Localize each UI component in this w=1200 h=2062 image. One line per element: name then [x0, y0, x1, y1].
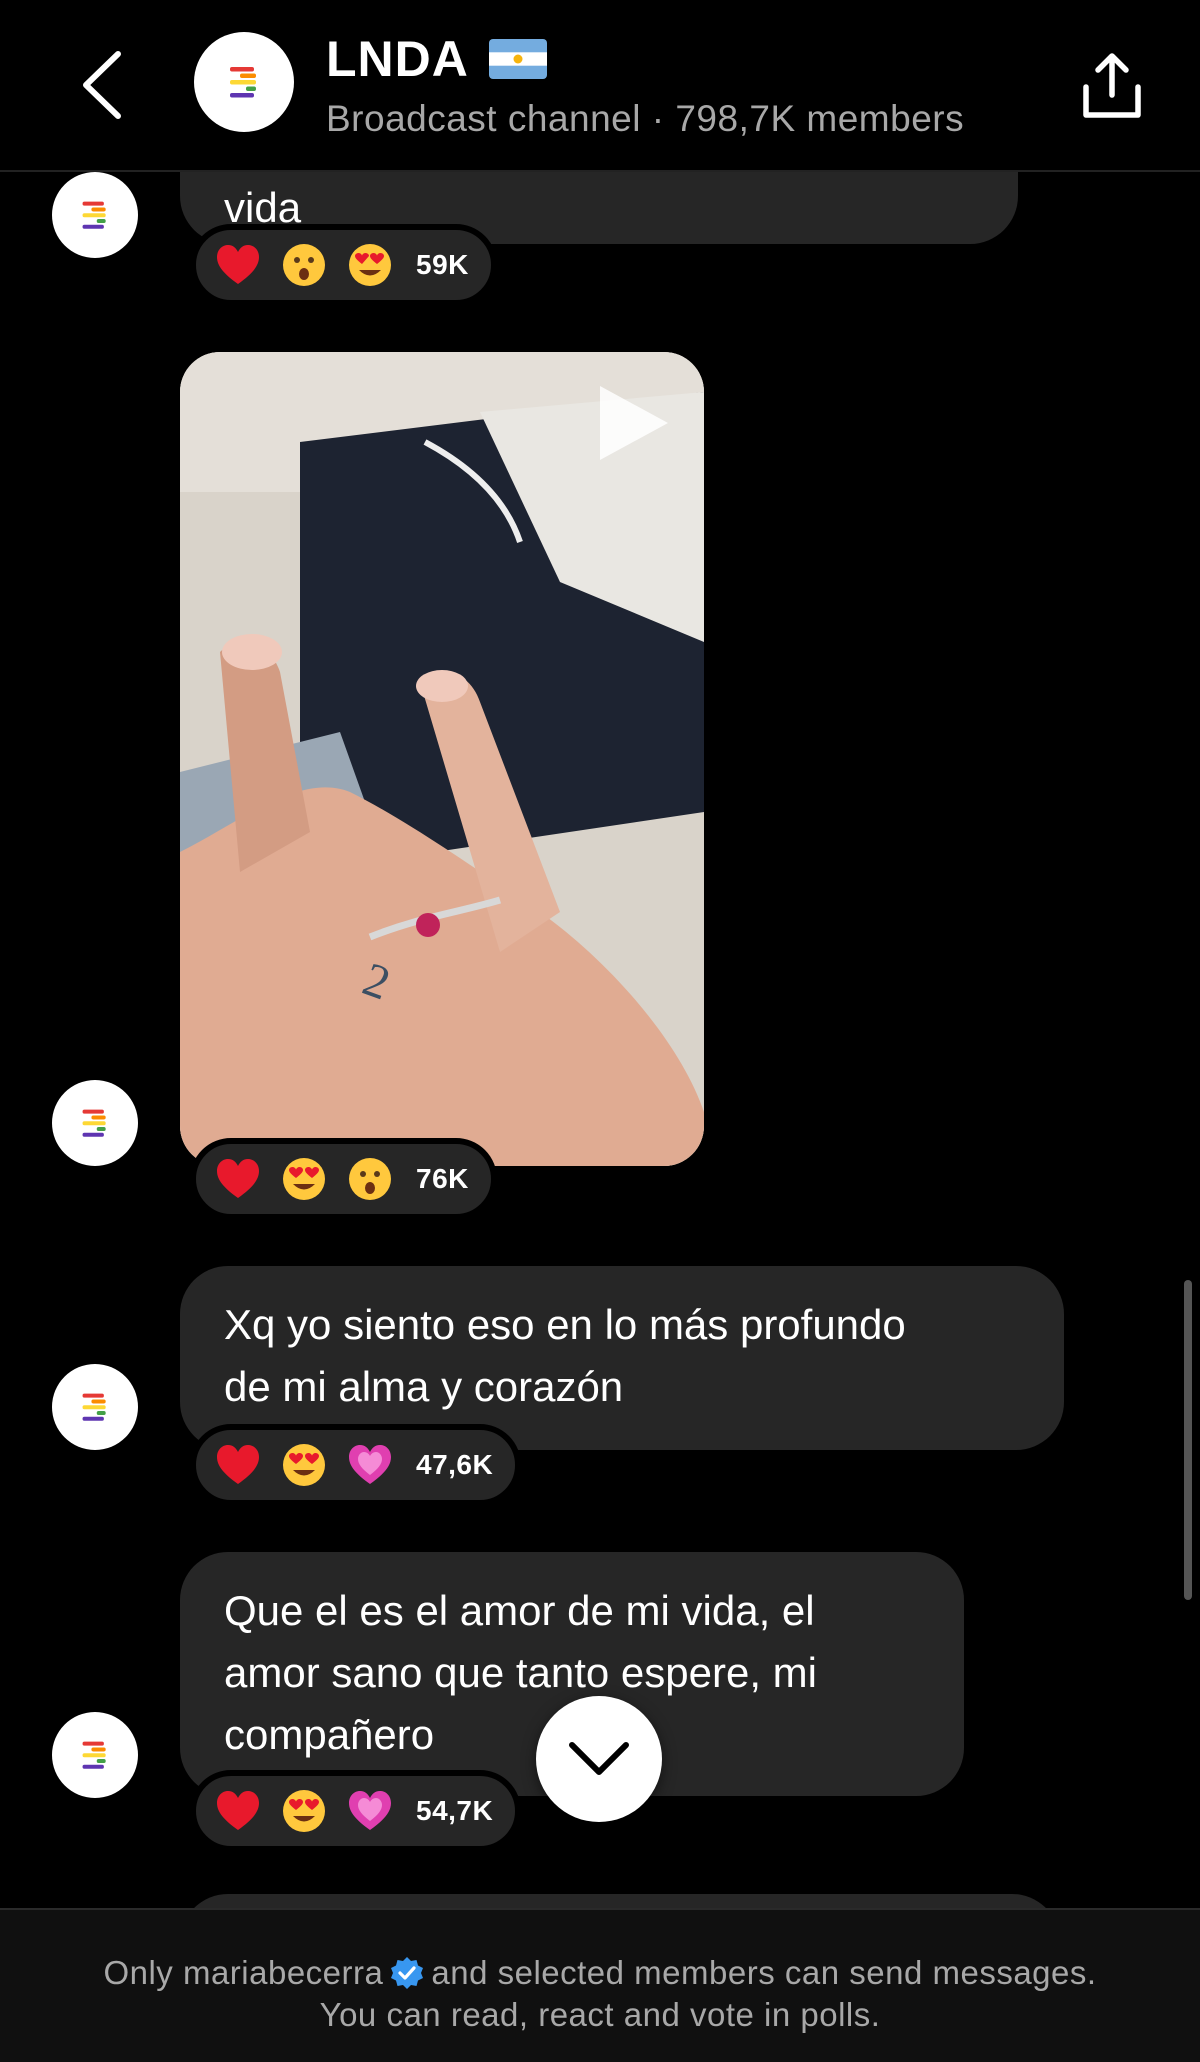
- video-message[interactable]: 2: [180, 352, 704, 1166]
- verified-badge-icon: [391, 1957, 424, 1989]
- message-bubble[interactable]: Xq yo siento eso en lo más profundo de m…: [180, 1266, 1064, 1450]
- footer-info-line: You can read, react and vote in polls.: [319, 1996, 881, 2033]
- back-button[interactable]: [62, 40, 142, 130]
- broadcast-footer: Only mariabecerra and selected members c…: [0, 1908, 1200, 2062]
- red-heart-icon: [217, 1159, 259, 1198]
- rainbow-logo-icon: [82, 1741, 106, 1769]
- astonished-face-icon: [349, 1158, 391, 1200]
- channel-title-row: LNDA: [326, 30, 547, 88]
- message-bubble[interactable]: [180, 1894, 1060, 1908]
- share-button[interactable]: [1066, 40, 1158, 132]
- reaction-count: 54,7K: [416, 1795, 494, 1826]
- message-feed[interactable]: vida 59K 2 76K Xq yo siento eso en lo má…: [0, 172, 1200, 1908]
- scroll-to-bottom-button[interactable]: [536, 1696, 662, 1822]
- heart-eyes-face-icon: [283, 1158, 325, 1200]
- heart-eyes-face-icon: [349, 244, 391, 286]
- reaction-count: 76K: [416, 1163, 469, 1194]
- reaction-count: 59K: [416, 249, 469, 280]
- play-icon: [600, 386, 668, 460]
- heart-eyes-face-icon: [283, 1790, 325, 1832]
- rainbow-logo-icon: [82, 1109, 106, 1137]
- red-heart-icon: [217, 1445, 259, 1484]
- footer-text-before: Only mariabecerra: [103, 1954, 384, 1991]
- rainbow-logo-icon: [82, 201, 106, 229]
- channel-name: LNDA: [326, 31, 469, 87]
- astonished-face-icon: [283, 244, 325, 286]
- reaction-bar[interactable]: 47,6K: [190, 1424, 522, 1506]
- red-heart-icon: [217, 245, 259, 284]
- heart-eyes-face-icon: [283, 1444, 325, 1486]
- message-text-line: Xq yo siento eso en lo más profundo: [224, 1301, 906, 1348]
- reaction-bar[interactable]: 54,7K: [190, 1770, 522, 1852]
- reaction-bar[interactable]: 59K: [190, 224, 497, 306]
- sender-avatar[interactable]: [52, 1080, 138, 1166]
- chevron-left-icon: [83, 51, 121, 119]
- sender-avatar[interactable]: [52, 1364, 138, 1450]
- rainbow-logo-icon: [230, 67, 256, 98]
- video-thumbnail: 2: [180, 352, 704, 1166]
- rainbow-logo-icon: [82, 1393, 106, 1421]
- footer-text-after: and selected members can send messages.: [431, 1954, 1097, 1991]
- footer-permission-line: Only mariabecerra and selected members c…: [0, 1954, 1200, 1992]
- reaction-count: 47,6K: [416, 1449, 494, 1480]
- channel-header: LNDA Broadcast channel · 798,7K members: [0, 0, 1200, 172]
- sender-avatar[interactable]: [52, 1712, 138, 1798]
- reaction-bar[interactable]: 76K: [190, 1138, 497, 1220]
- chevron-down-icon: [569, 1742, 629, 1775]
- scrollbar[interactable]: [1184, 1280, 1192, 1600]
- channel-subtitle: Broadcast channel · 798,7K members: [326, 98, 965, 139]
- sender-avatar[interactable]: [52, 172, 138, 258]
- message-text-line: Que el es el amor de mi vida, el: [224, 1587, 815, 1634]
- message-text-line: de mi alma y corazón: [224, 1363, 624, 1410]
- red-heart-icon: [217, 1791, 259, 1830]
- message-text-line: amor sano que tanto espere, mi: [224, 1649, 818, 1696]
- argentina-flag-icon: [488, 39, 547, 79]
- growing-heart-icon: [349, 1445, 391, 1484]
- share-icon: [1083, 53, 1141, 118]
- growing-heart-icon: [349, 1791, 391, 1830]
- channel-avatar[interactable]: [194, 32, 294, 132]
